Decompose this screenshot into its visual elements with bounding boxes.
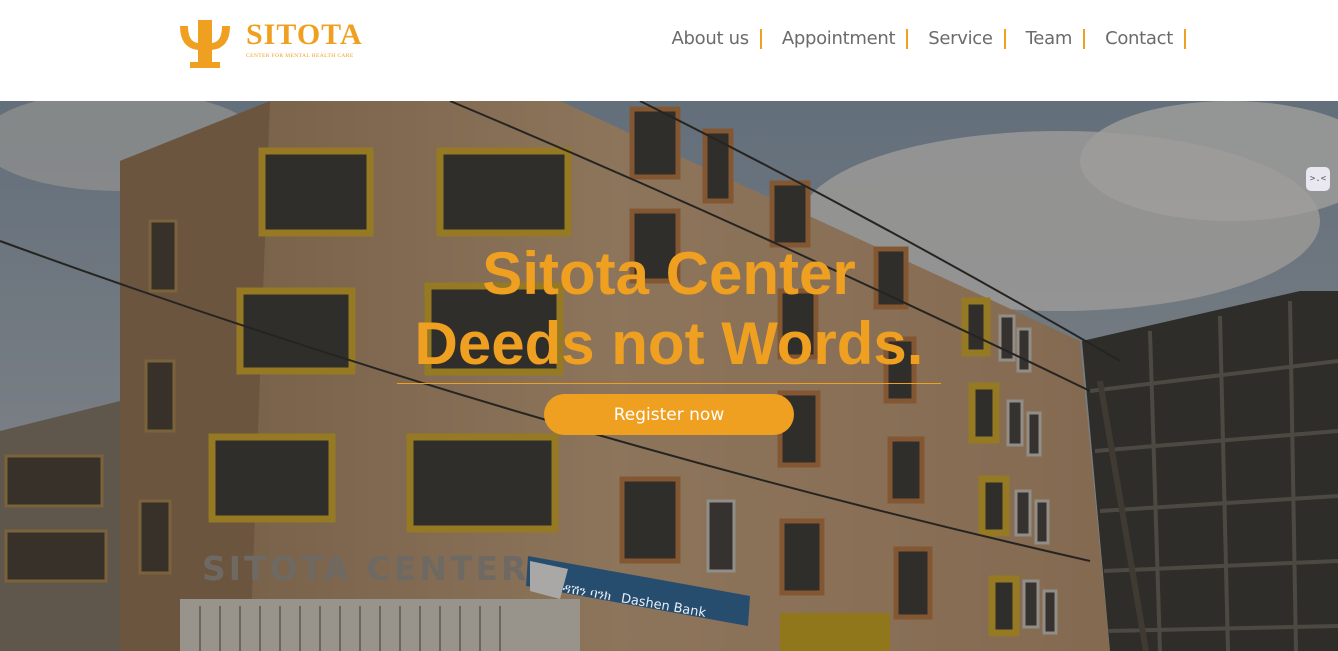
nav-link-contact[interactable]: Contact <box>1105 28 1173 49</box>
brand-logo[interactable]: SITOTA CENTER FOR MENTAL HEALTH CARE <box>176 18 363 70</box>
hero-title: Sitota Center <box>482 240 856 307</box>
psi-icon <box>180 20 230 68</box>
nav-separator <box>1184 28 1186 49</box>
hero-slogan: Deeds not Words. <box>414 310 924 377</box>
nav-separator <box>906 28 909 49</box>
nav-item-about: About us <box>671 28 781 49</box>
nav-item-appointment: Appointment <box>782 28 928 49</box>
register-button[interactable]: Register now <box>544 394 794 435</box>
nav-link-about[interactable]: About us <box>671 28 749 49</box>
building-sign: SITOTA CENTER <box>202 549 530 588</box>
brand-tagline: CENTER FOR MENTAL HEALTH CARE <box>246 53 354 59</box>
main-nav: About us Appointment Service Team Contac… <box>671 28 1186 49</box>
nav-separator <box>759 28 762 49</box>
nav-link-appointment[interactable]: Appointment <box>782 28 896 49</box>
brand-name: SITOTA <box>246 18 363 51</box>
nav-item-team: Team <box>1026 28 1105 49</box>
emoji-face-icon[interactable]: >.< <box>1306 167 1330 191</box>
nav-link-team[interactable]: Team <box>1026 28 1073 49</box>
hero-divider <box>397 383 941 384</box>
nav-separator <box>1003 28 1006 49</box>
nav-separator <box>1083 28 1086 49</box>
hero-content: Sitota Center Deeds not Words. Register … <box>0 239 1338 435</box>
nav-item-service: Service <box>928 28 1025 49</box>
nav-link-service[interactable]: Service <box>928 28 993 49</box>
site-header: SITOTA CENTER FOR MENTAL HEALTH CARE Abo… <box>0 0 1338 101</box>
nav-item-contact: Contact <box>1105 28 1186 49</box>
hero-section: SITOTA CENTER ዳሽን ባንክ Dashen Bank Sitota… <box>0 101 1338 651</box>
